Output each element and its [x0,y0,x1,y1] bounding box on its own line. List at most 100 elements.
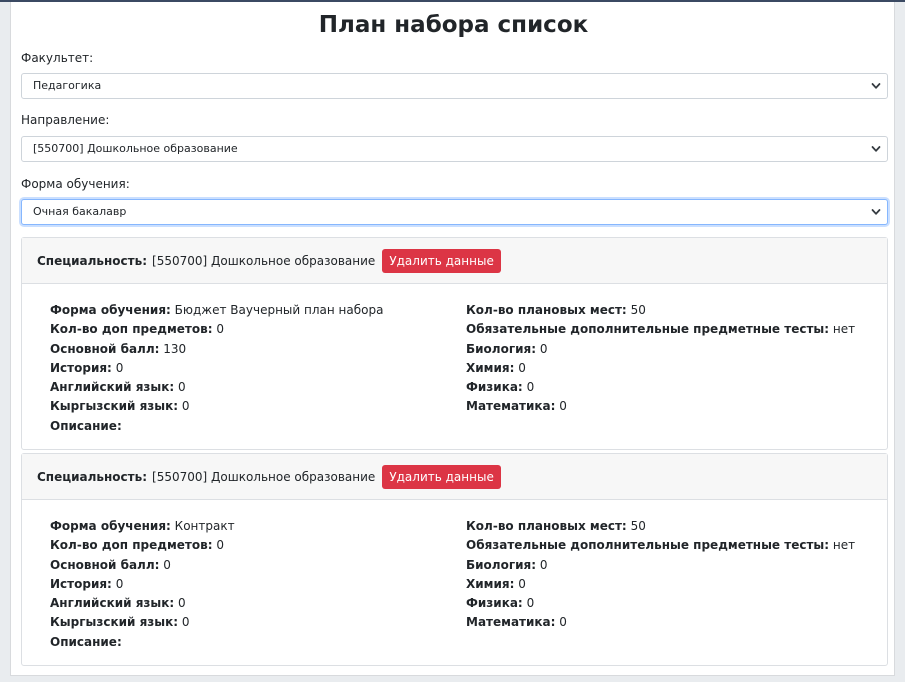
info-label: Форма обучения: [50,303,171,317]
info-row: Обязательные дополнительные предметные т… [466,536,855,555]
info-label: Кол-во плановых мест: [466,519,627,533]
info-value: 0 [559,615,567,630]
info-label: Химия: [466,360,515,375]
info-value: 0 [115,360,124,375]
card-body: Форма обучения: Бюджет Ваучерный план на… [22,284,887,449]
delete-data-button[interactable]: Удалить данные [382,464,501,489]
info-row: Кол-во плановых мест: 50 [466,301,855,320]
plan-card: Специальность: [550700] Дошкольное образ… [21,237,888,450]
info-label: Основной балл: [50,341,160,356]
info-label: Описание: [50,634,122,649]
info-row: Биология: 0 [466,556,855,575]
info-row: Физика: 0 [466,594,855,613]
info-row: Основной балл: 0 [50,556,235,575]
info-label: Химия: [466,576,515,591]
info-value: нет [832,322,856,337]
info-row: Основной балл: 130 [50,340,383,359]
info-row: Форма обучения: Бюджет Ваучерный план на… [50,301,383,320]
info-row: Кол-во доп предметов: 0 [50,536,235,555]
info-label: Обязательные дополнительные предметные т… [466,538,830,553]
specialty-label: Специальность: [37,253,148,268]
info-value: 0 [518,576,526,591]
specialty-value: [550700] Дошкольное образование [152,253,376,268]
chevron-down-icon [871,209,881,215]
info-label: Биология: [466,341,537,356]
info-value: 0 [216,538,224,553]
info-value: нет [832,538,856,553]
info-value: Контракт [174,519,235,533]
info-label: Английский язык: [50,380,175,395]
info-row: Английский язык: 0 [50,594,235,613]
info-row: Математика: 0 [466,613,855,632]
info-value: 0 [178,380,186,395]
faculty-select-value: Педагогика [33,79,102,92]
faculty-label: Факультет: [21,51,94,65]
info-label: Математика: [466,615,556,630]
info-label: Описание: [50,418,122,433]
info-value: 0 [178,596,186,611]
plan-card: Специальность: [550700] Дошкольное образ… [21,453,888,666]
info-value: 50 [630,303,646,317]
info-label: Обязательные дополнительные предметные т… [466,322,830,337]
info-label: Биология: [466,557,537,572]
info-label: Английский язык: [50,596,175,611]
info-value: 0 [115,576,124,591]
card-left-column: Форма обучения: Бюджет Ваучерный план на… [50,301,383,436]
info-row: Физика: 0 [466,378,855,397]
study-form-select[interactable]: Очная бакалавр [21,199,888,225]
info-value: 0 [539,341,548,356]
card-right-column: Кол-во плановых мест: 50 Обязательные до… [466,517,855,633]
info-row: Описание: [50,633,235,652]
specialty-value: [550700] Дошкольное образование [152,469,376,484]
study-form-select-value: Очная бакалавр [33,205,127,218]
info-row: Форма обучения: Контракт [50,517,235,536]
info-row: Обязательные дополнительные предметные т… [466,320,855,339]
info-value: 0 [181,615,190,630]
info-row: Химия: 0 [466,575,855,594]
info-label: Физика: [466,380,523,395]
info-row: Кыргызский язык: 0 [50,613,235,632]
page-title: План набора список [318,12,589,38]
info-row: Английский язык: 0 [50,378,383,397]
info-row: Кол-во плановых мест: 50 [466,517,855,536]
info-label: Физика: [466,596,523,611]
info-label: История: [50,360,112,375]
faculty-select[interactable]: Педагогика [21,73,888,99]
info-row: Описание: [50,417,383,436]
info-label: История: [50,576,112,591]
info-value: 0 [539,557,548,572]
info-row: Химия: 0 [466,359,855,378]
chevron-down-icon [871,83,881,89]
info-label: Форма обучения: [50,519,171,533]
info-value: 130 [163,341,187,356]
info-value: 0 [559,399,567,414]
info-value: 0 [163,557,171,572]
direction-label: Направление: [21,113,110,127]
direction-select-value: [550700] Дошкольное образование [33,142,238,155]
main-panel: План набора список Факультет: Педагогика… [10,2,895,676]
info-label: Кыргызский язык: [50,615,179,630]
info-label: Кол-во плановых мест: [466,303,627,317]
info-row: История: 0 [50,359,383,378]
info-label: Кол-во доп предметов: [50,538,213,553]
direction-select[interactable]: [550700] Дошкольное образование [21,136,888,162]
card-left-column: Форма обучения: Контракт Кол-во доп пред… [50,517,235,652]
study-form-label: Форма обучения: [21,177,130,191]
delete-data-button[interactable]: Удалить данные [382,248,501,273]
info-value: 0 [518,360,526,375]
info-row: Кол-во доп предметов: 0 [50,320,383,339]
info-label: Основной балл: [50,557,160,572]
card-header: Специальность: [550700] Дошкольное образ… [22,238,887,284]
info-row: Биология: 0 [466,340,855,359]
info-row: История: 0 [50,575,235,594]
card-right-column: Кол-во плановых мест: 50 Обязательные до… [466,301,855,417]
info-value: 0 [181,399,190,414]
card-header: Специальность: [550700] Дошкольное образ… [22,454,887,500]
specialty-label: Специальность: [37,469,148,484]
info-value: 0 [526,380,535,395]
info-label: Кыргызский язык: [50,399,179,414]
chevron-down-icon [871,146,881,152]
info-value: 0 [216,322,224,337]
info-row: Кыргызский язык: 0 [50,397,383,416]
info-label: Математика: [466,399,556,414]
